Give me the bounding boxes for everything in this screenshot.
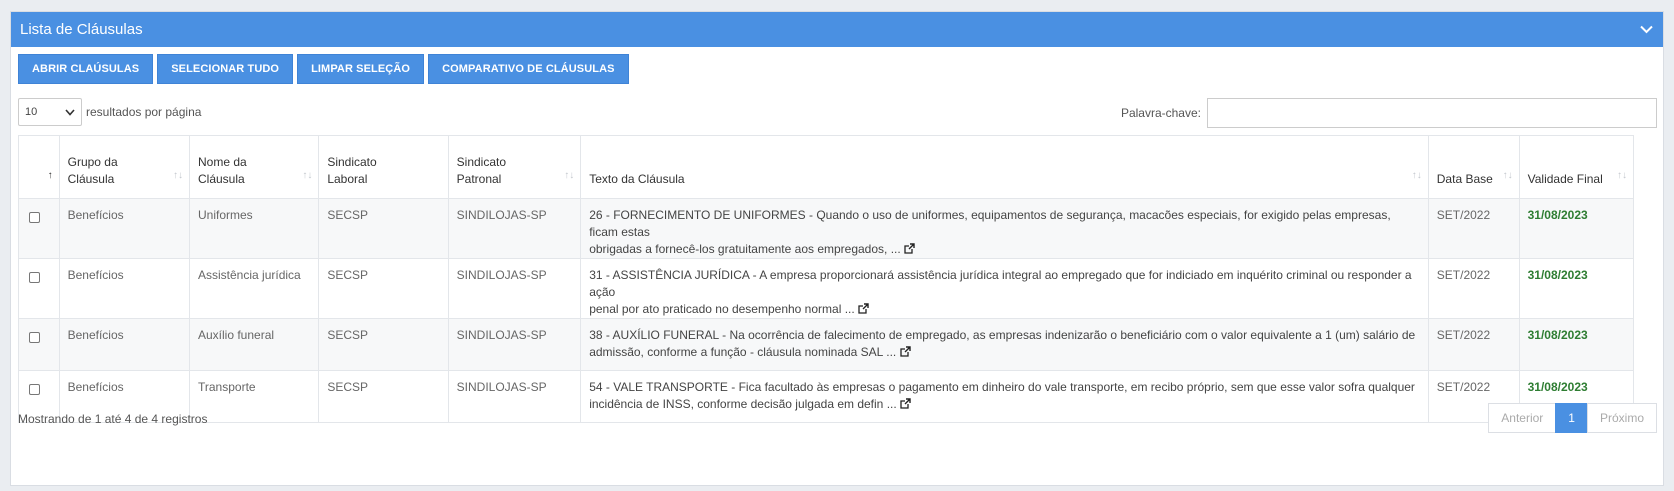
row-select-cell [18,318,60,371]
clause-text-line2: obrigadas a fornecê-los gratuitamente ao… [589,242,901,256]
pagination-page-1[interactable]: 1 [1555,403,1588,433]
external-link-icon[interactable] [899,346,911,357]
cell-labor: SECSP [318,258,449,319]
header-labor-line2: Laboral [327,172,368,186]
table-info: Mostrando de 1 até 4 de 4 registros [18,412,208,426]
header-text-label: Texto da Cláusula [589,172,685,186]
header-group-line1: Grupo da [67,155,118,169]
cell-base-date: SET/2022 [1427,258,1520,319]
cell-employer: SINDILOJAS-SP [447,258,582,319]
panel-title: Lista de Cláusulas [20,21,143,38]
clause-text-line1: 31 - ASSISTÊNCIA JURÍDICA - A empresa pr… [589,268,1412,299]
table-row: Benefícios Assistência jurídica SECSP SI… [18,258,1635,319]
cell-employer: SINDILOJAS-SP [447,198,582,259]
search-label: Palavra-chave: [1120,106,1201,120]
cell-employer: SINDILOJAS-SP [447,318,582,371]
header-validity-label: Validade Final [1527,172,1603,186]
clause-text-line1: 26 - FORNECIMENTO DE UNIFORMES - Quando … [589,208,1391,239]
header-clause-text[interactable]: Texto da Cláusula ↑↓ [580,135,1429,199]
header-group-line2: Cláusula [67,172,115,186]
page-length-control: 10 resultados por página [18,98,201,126]
cell-name: Uniformes [188,198,320,259]
header-base-date[interactable]: Data Base ↑↓ [1427,135,1520,199]
row-select-cell [18,198,60,259]
cell-base-date: SET/2022 [1427,318,1520,371]
table-row: Benefícios Auxílio funeral SECSP SINDILO… [18,318,1635,371]
sort-icon: ↑↓ [564,170,575,181]
page-length-value: 10 [25,106,38,118]
row-checkbox[interactable] [29,272,40,283]
cell-validity: 31/08/2023 [1518,198,1635,259]
clause-text-line2: penal por ato praticado no desempenho no… [589,302,855,316]
cell-employer: SINDILOJAS-SP [447,370,582,423]
cell-clause-text: 38 - AUXÍLIO FUNERAL - Na ocorrência de … [580,318,1429,371]
pagination: Anterior 1 Próximo [1488,403,1657,433]
header-group[interactable]: Grupo da Cláusula ↑↓ [58,135,191,199]
search-control: Palavra-chave: [1121,98,1657,128]
compare-clauses-button[interactable]: COMPARATIVO DE CLÁUSULAS [428,54,629,84]
header-labor-line1: Sindicato [327,155,377,169]
chevron-down-icon[interactable] [1638,22,1654,38]
sort-icon: ↑↓ [1617,170,1627,181]
cell-validity: 31/08/2023 [1518,258,1635,319]
clause-text-line2: incidência de INSS, conforme decisão jul… [589,397,897,411]
cell-labor: SECSP [318,318,449,371]
sort-icon: ↑↓ [302,170,313,181]
cell-name: Auxílio funeral [188,318,320,371]
cell-labor: SECSP [318,198,449,259]
cell-clause-text: 54 - VALE TRANSPORTE - Fica facultado às… [580,370,1429,423]
header-labor-union[interactable]: Sindicato Laboral [318,135,449,199]
sort-asc-icon: ↑ [47,170,53,181]
clause-text-line1: 54 - VALE TRANSPORTE - Fica facultado às… [589,380,1415,394]
cell-clause-text: 26 - FORNECIMENTO DE UNIFORMES - Quando … [580,198,1429,259]
external-link-icon[interactable] [858,303,869,314]
clause-text-line2: admissão, conforme a função - cláusula n… [589,345,897,359]
external-link-icon[interactable] [904,243,915,254]
search-input[interactable] [1207,98,1657,128]
cell-group: Benefícios [58,258,191,319]
pagination-previous[interactable]: Anterior [1488,403,1557,433]
row-checkbox[interactable] [29,212,40,223]
header-employer-line1: Sindicato [456,155,507,169]
header-name-line2: Cláusula [198,172,245,186]
header-employer-line2: Patronal [456,172,502,186]
header-employer-union[interactable]: Sindicato Patronal ↑↓ [447,135,582,199]
table-header-row: ↑ Grupo da Cláusula ↑↓ Nome da Cláusula … [18,135,1635,199]
cell-group: Benefícios [58,198,191,259]
header-base-label: Data Base [1436,172,1493,186]
cell-group: Benefícios [58,318,191,371]
cell-name: Assistência jurídica [188,258,320,319]
table-row: Benefícios Transporte SECSP SINDILOJAS-S… [18,370,1635,423]
row-checkbox[interactable] [29,384,40,395]
toolbar: ABRIR CLAÚSULAS SELECIONAR TUDO LIMPAR S… [18,54,629,84]
header-name[interactable]: Nome da Cláusula ↑↓ [188,135,320,199]
cell-labor: SECSP [318,370,449,423]
external-link-icon[interactable] [900,398,911,409]
open-clauses-button[interactable]: ABRIR CLAÚSULAS [18,54,154,84]
sort-icon: ↑↓ [1411,170,1422,181]
header-select[interactable]: ↑ [18,135,60,199]
page-length-select[interactable]: 10 [18,98,82,126]
clause-text-line1: 38 - AUXÍLIO FUNERAL - Na ocorrência de … [589,328,1416,342]
header-validity[interactable]: Validade Final ↑↓ [1518,135,1635,199]
clear-selection-button[interactable]: LIMPAR SELEÇÃO [297,54,425,84]
chevron-down-icon [65,108,75,116]
panel-header[interactable]: Lista de Cláusulas [11,12,1663,47]
sort-icon: ↑↓ [173,170,183,181]
pagination-next[interactable]: Próximo [1586,403,1657,433]
header-name-line1: Nome da [198,155,247,169]
row-checkbox[interactable] [29,332,40,343]
cell-clause-text: 31 - ASSISTÊNCIA JURÍDICA - A empresa pr… [580,258,1429,319]
table-row: Benefícios Uniformes SECSP SINDILOJAS-SP… [18,198,1635,259]
cell-validity: 31/08/2023 [1518,318,1635,371]
clauses-table: ↑ Grupo da Cláusula ↑↓ Nome da Cláusula … [18,135,1635,423]
cell-base-date: SET/2022 [1427,198,1520,259]
page-length-label: resultados por página [86,105,202,119]
sort-icon: ↑↓ [1502,170,1513,181]
cell-name: Transporte [188,370,320,423]
row-select-cell [18,258,60,319]
select-all-button[interactable]: SELECIONAR TUDO [157,54,294,84]
